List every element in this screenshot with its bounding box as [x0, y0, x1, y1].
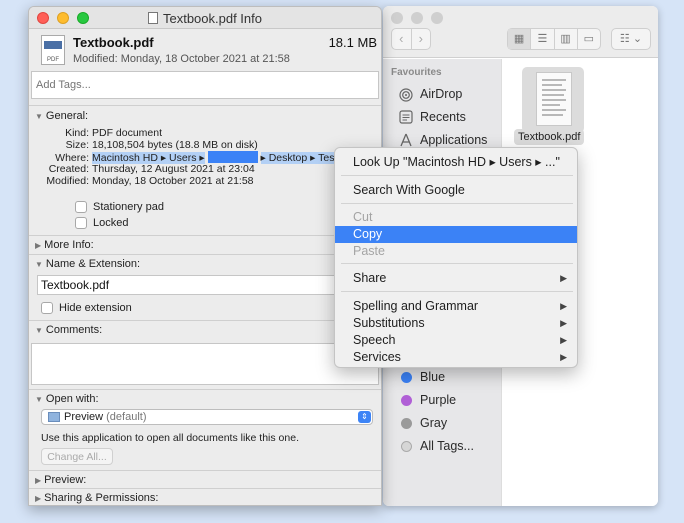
tag-purple-dot-icon [401, 394, 412, 406]
document-icon [147, 12, 158, 24]
sidebar-item-label: All Tags... [420, 439, 474, 453]
select-arrows-icon: ⇕ [358, 411, 371, 423]
disclosure-open-icon: ▼ [35, 260, 43, 269]
redacted-username [207, 151, 258, 163]
tag-blue-dot-icon [401, 371, 412, 383]
finder-nav-buttons: ‹ › [391, 28, 431, 50]
disclosure-closed-icon: ▶ [35, 494, 42, 503]
menu-item-search-with-google[interactable]: Search With Google [335, 182, 577, 199]
sidebar-item-label: Applications [420, 133, 488, 147]
disclosure-open-icon: ▼ [35, 112, 43, 121]
submenu-arrow-icon: ▶ [560, 335, 567, 345]
window-title: Textbook.pdf Info [29, 11, 381, 26]
disclosure-closed-icon: ▶ [35, 241, 42, 250]
finder-toolbar: ‹ › ▦ ☰ ▥ ▭ ☷ ⌄ [383, 6, 658, 58]
file-name-heading: Textbook.pdf [73, 35, 154, 50]
menu-item-spelling-and-grammar[interactable]: Spelling and Grammar ▶ [335, 298, 577, 315]
file-name-field[interactable] [37, 275, 375, 295]
disclosure-open-icon: ▼ [35, 326, 43, 335]
size-row: Size: 18,108,504 bytes (18.8 MB on disk) [65, 139, 258, 151]
sidebar-item-airdrop[interactable]: AirDrop [397, 84, 462, 104]
get-info-window: Textbook.pdf Info PDF Textbook.pdf 18.1 … [28, 6, 382, 506]
sidebar-item-label: Recents [420, 110, 466, 124]
menu-item-services[interactable]: Services ▶ [335, 349, 577, 366]
sidebar-header-favourites: Favourites [391, 67, 442, 78]
menu-item-cut: Cut [353, 210, 373, 224]
submenu-arrow-icon: ▶ [560, 352, 567, 362]
sidebar-all-tags[interactable]: All Tags... [397, 436, 474, 456]
hide-extension-checkbox[interactable]: Hide extension [41, 302, 132, 314]
submenu-arrow-icon: ▶ [560, 318, 567, 328]
menu-item-copy[interactable]: Copy [335, 226, 577, 243]
menu-item-speech[interactable]: Speech ▶ [335, 332, 577, 349]
sidebar-item-label: AirDrop [420, 87, 463, 101]
sidebar-item-recents[interactable]: Recents [397, 107, 466, 127]
finder-zoom-button[interactable] [431, 12, 443, 24]
file-size: 18.1 MB [328, 35, 377, 50]
context-menu: Look Up "Macintosh HD ▸ Users ▸ ..." Sea… [334, 147, 578, 368]
gallery-view-button[interactable]: ▭ [576, 29, 600, 49]
sidebar-item-label: Blue [420, 370, 446, 384]
submenu-arrow-icon: ▶ [560, 301, 567, 311]
menu-item-paste: Paste [353, 244, 385, 258]
comments-section-toggle[interactable]: ▼ Comments: [35, 324, 102, 336]
sharing-permissions-section-toggle[interactable]: ▶ Sharing & Permissions: [35, 492, 158, 504]
all-tags-icon [401, 440, 412, 452]
sidebar-tag-purple[interactable]: Purple [397, 390, 456, 410]
sidebar-tag-blue[interactable]: Blue [397, 367, 445, 387]
locked-checkbox[interactable]: Locked [75, 217, 128, 229]
info-titlebar: Textbook.pdf Info [29, 7, 381, 29]
submenu-arrow-icon: ▶ [560, 273, 567, 283]
finder-minimize-button[interactable] [411, 12, 423, 24]
pdf-file-thumbnail[interactable] [522, 67, 584, 133]
name-extension-section-toggle[interactable]: ▼ Name & Extension: [35, 258, 140, 270]
created-row: Created: Thursday, 12 August 2021 at 23:0… [48, 163, 255, 175]
icon-view-button[interactable]: ▦ [508, 29, 531, 49]
open-with-select[interactable]: Preview (default) ⇕ [41, 409, 373, 425]
open-with-section-toggle[interactable]: ▼ Open with: [35, 393, 99, 405]
modified-row: Modified: Monday, 18 October 2021 at 21:5… [46, 175, 254, 187]
add-tags-field[interactable] [31, 71, 379, 99]
view-mode-switcher: ▦ ☰ ▥ ▭ [507, 28, 601, 50]
column-view-button[interactable]: ▥ [553, 29, 577, 49]
change-all-button[interactable]: Change All... [41, 448, 113, 465]
airdrop-icon [397, 85, 415, 103]
modified-summary: Modified: Monday, 18 October 2021 at 21:… [73, 53, 290, 65]
back-button[interactable]: ‹ [392, 29, 411, 49]
list-view-button[interactable]: ☰ [530, 29, 553, 49]
sidebar-item-label: Purple [420, 393, 457, 407]
preview-section-toggle[interactable]: ▶ Preview: [35, 474, 86, 486]
pdf-page-icon [536, 72, 572, 126]
preview-app-icon [48, 412, 60, 422]
pdf-file-icon: PDF [41, 35, 65, 65]
group-by-button[interactable]: ☷ ⌄ [611, 28, 651, 50]
sidebar-item-label: Gray [420, 416, 448, 430]
tag-gray-dot-icon [401, 417, 412, 429]
menu-item-look-up[interactable]: Look Up "Macintosh HD ▸ Users ▸ ..." [335, 154, 577, 171]
general-section-toggle[interactable]: ▼ General: [35, 110, 88, 122]
finder-close-button[interactable] [391, 12, 403, 24]
menu-item-substitutions[interactable]: Substitutions ▶ [335, 315, 577, 332]
kind-row: Kind: PDF document [65, 127, 163, 139]
clock-icon [397, 108, 415, 126]
disclosure-closed-icon: ▶ [35, 476, 42, 485]
stationery-pad-checkbox[interactable]: Stationery pad [75, 201, 164, 213]
comments-field[interactable] [31, 343, 379, 385]
more-info-section-toggle[interactable]: ▶ More Info: [35, 239, 94, 251]
menu-item-share[interactable]: Share ▶ [335, 270, 577, 287]
disclosure-open-icon: ▼ [35, 395, 43, 404]
forward-button[interactable]: › [410, 29, 431, 49]
file-name-label[interactable]: Textbook.pdf [514, 129, 585, 145]
sidebar-tag-gray[interactable]: Gray [397, 413, 447, 433]
open-with-description: Use this application to open all documen… [41, 432, 299, 444]
